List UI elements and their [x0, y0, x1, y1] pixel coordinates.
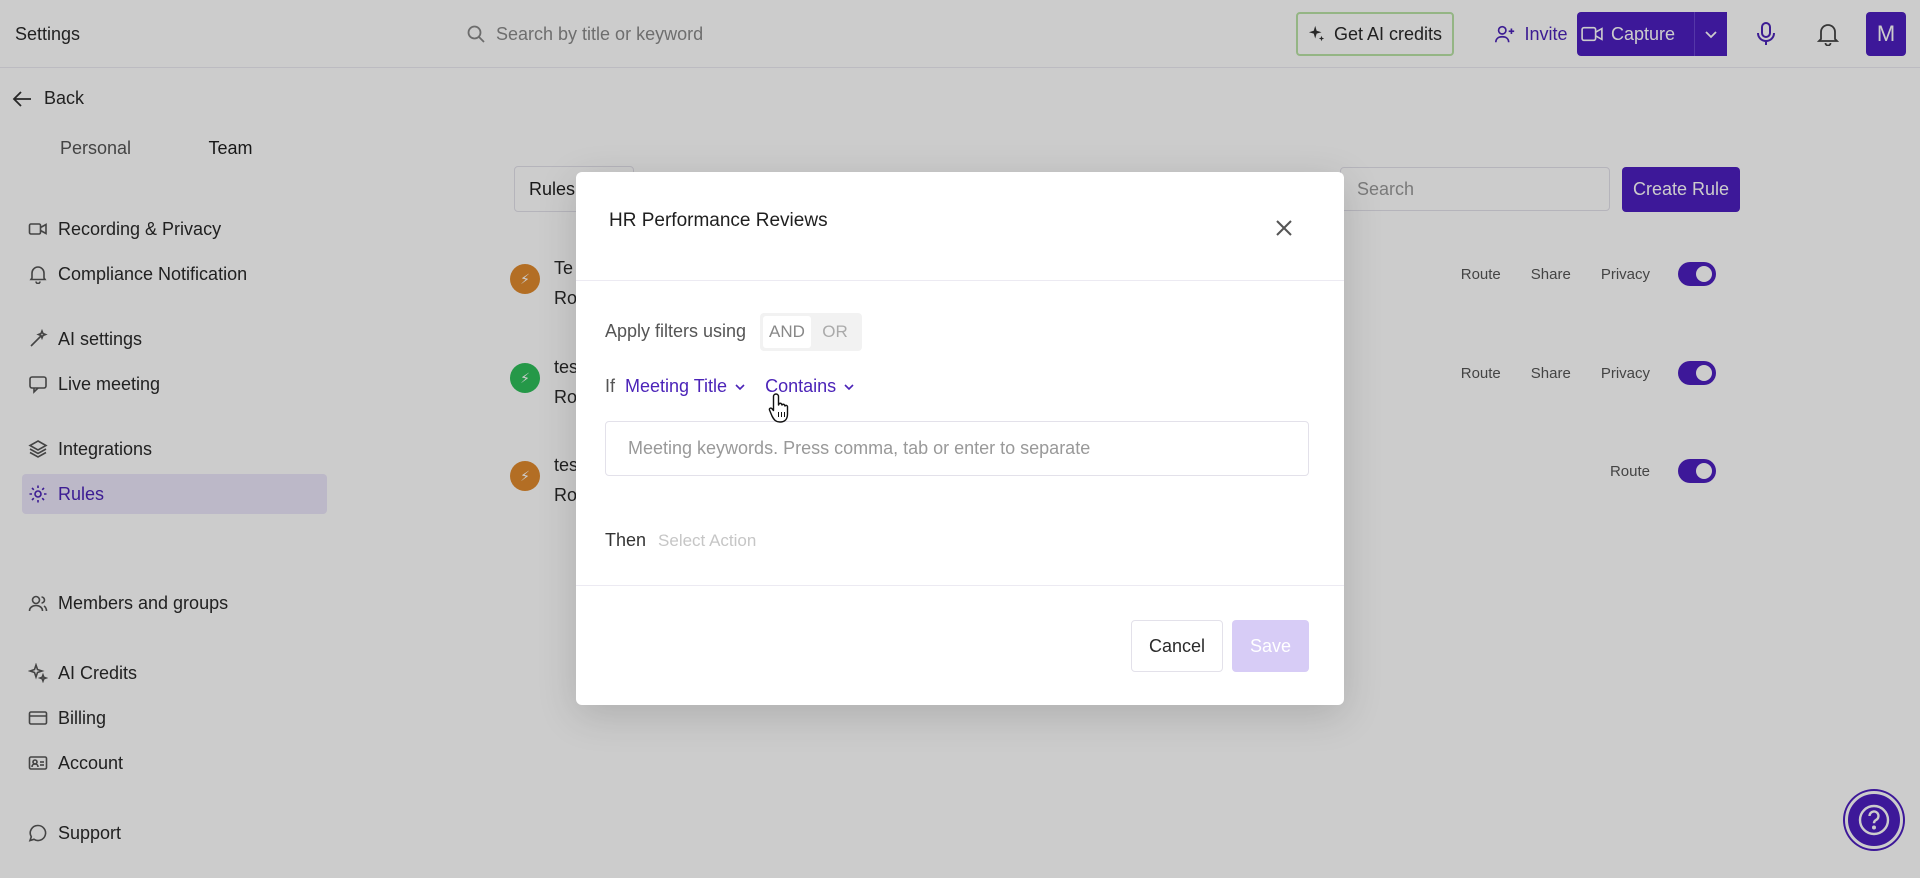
- select-action-dropdown[interactable]: Select Action: [658, 531, 756, 551]
- close-button[interactable]: [1270, 214, 1298, 242]
- condition-row: If Meeting Title Contains: [605, 376, 864, 397]
- dialog-divider: [576, 585, 1344, 586]
- or-option[interactable]: OR: [811, 316, 859, 348]
- save-button[interactable]: Save: [1232, 620, 1309, 672]
- if-label: If: [605, 376, 616, 396]
- hand-cursor-icon: [768, 393, 789, 423]
- meeting-keywords-input[interactable]: Meeting keywords. Press comma, tab or en…: [605, 421, 1309, 476]
- dialog-title: HR Performance Reviews: [609, 210, 828, 231]
- field-dropdown-label: Meeting Title: [625, 376, 728, 396]
- cancel-button[interactable]: Cancel: [1131, 620, 1223, 672]
- chevron-down-icon: [844, 383, 854, 390]
- action-row: Then Select Action: [605, 530, 756, 551]
- then-label: Then: [605, 530, 647, 550]
- and-option[interactable]: AND: [763, 316, 811, 348]
- dialog-divider: [576, 280, 1344, 281]
- rule-dialog: HR Performance Reviews Apply filters usi…: [576, 172, 1344, 705]
- chevron-down-icon: [735, 383, 745, 390]
- apply-filters-label: Apply filters using: [605, 321, 747, 341]
- and-or-switch: AND OR: [760, 313, 862, 351]
- close-icon: [1276, 220, 1292, 236]
- field-dropdown[interactable]: Meeting Title: [625, 376, 747, 397]
